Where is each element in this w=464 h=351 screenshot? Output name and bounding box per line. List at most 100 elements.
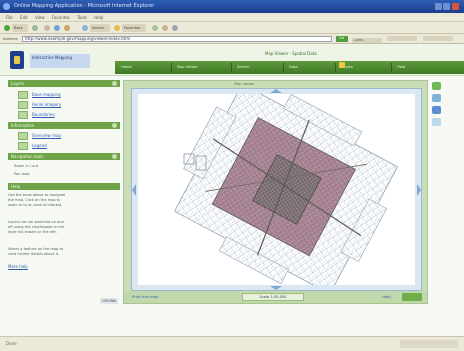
nav-divider [283, 63, 284, 72]
go-label: Go [339, 36, 344, 40]
status-text: Done [6, 341, 17, 346]
menu-view[interactable]: View [35, 15, 45, 20]
help-text-line: layer list shown on the left. [8, 230, 57, 234]
link-shortcut[interactable] [422, 36, 453, 41]
refresh-icon[interactable] [54, 25, 60, 31]
nav-divider [231, 63, 232, 72]
favorites-button[interactable]: Favorites [122, 24, 146, 32]
sidebar-item-overview[interactable]: Overview map [18, 131, 118, 141]
print-icon[interactable] [172, 25, 178, 31]
layer-thumbnail [18, 101, 28, 109]
crown-badge: CROWN [100, 298, 119, 304]
menu-file[interactable]: File [6, 15, 13, 20]
menu-tools[interactable]: Tools [77, 15, 87, 20]
help-text-line: zoom in to an area of interest. [8, 203, 63, 207]
chevron-down-icon[interactable] [112, 123, 117, 128]
nav-map-viewer[interactable]: Map Viewer [177, 64, 225, 71]
pan-south-icon[interactable] [270, 286, 282, 290]
info-thumbnail [18, 132, 28, 140]
maximize-icon[interactable] [443, 3, 450, 10]
nav-search[interactable]: Search [237, 64, 277, 71]
map-footer-button[interactable] [402, 293, 422, 301]
sidebar: Layers Base mapping Aerial imagery Bound… [8, 80, 120, 315]
logo[interactable] [10, 51, 24, 69]
browser-toolbar: Back Search Favorites [0, 22, 464, 34]
address-label: Address [3, 37, 18, 41]
info-icon[interactable] [432, 118, 441, 126]
layer-thumbnail [18, 91, 28, 99]
map-caption: Map viewer [234, 82, 255, 86]
pan-east-icon[interactable] [417, 184, 421, 196]
back-button[interactable]: Back [12, 24, 28, 32]
nav-divider [171, 63, 172, 72]
section-title: Navigation tools [11, 154, 44, 159]
zoom-out-icon[interactable] [432, 94, 441, 102]
section-title: Help [11, 184, 21, 189]
feature-badge[interactable] [339, 62, 345, 68]
search-icon[interactable] [82, 25, 88, 31]
go-button[interactable]: Go [336, 36, 348, 42]
map-footer: Print this map Scale 1:25,000 Help [124, 291, 427, 303]
section-title: Information [11, 123, 35, 128]
sidebar-item-label: Legend [32, 143, 47, 148]
info-thumbnail [18, 142, 28, 150]
address-input[interactable]: http://www.example.gov/mapping/viewer/in… [22, 36, 332, 42]
close-icon[interactable] [452, 3, 459, 10]
pan-north-icon[interactable] [270, 89, 282, 93]
search-button[interactable]: Search [90, 24, 110, 32]
sidebar-item-base-mapping[interactable]: Base mapping [18, 90, 118, 100]
help-text-line: view further details about it. [8, 252, 60, 256]
sidebar-item-label: Aerial imagery [32, 102, 62, 107]
history-icon[interactable] [152, 25, 158, 31]
print-map-link[interactable]: Print this map [132, 294, 159, 299]
back-icon[interactable] [4, 25, 10, 31]
sidebar-item-boundaries[interactable]: Boundaries [18, 110, 118, 120]
chevron-down-icon[interactable] [112, 81, 117, 86]
map-help-link[interactable]: Help [382, 294, 391, 299]
menu-bar: File Edit View Favorites Tools Help [0, 13, 464, 22]
home-icon[interactable] [64, 25, 70, 31]
stop-icon[interactable] [44, 25, 50, 31]
minimize-icon[interactable] [435, 3, 442, 10]
sidebar-item-label: Base mapping [32, 92, 61, 97]
status-bar: Done [0, 336, 464, 351]
menu-edit[interactable]: Edit [20, 15, 28, 20]
layer-thumbnail [18, 111, 28, 119]
forward-icon[interactable] [32, 25, 38, 31]
nav-layers[interactable]: Layers [341, 64, 385, 71]
main-nav: Home Map Viewer Search Data Layers Help [115, 61, 464, 74]
nav-divider [391, 63, 392, 72]
address-bar: Address http://www.example.gov/mapping/v… [0, 34, 464, 44]
pan-west-icon[interactable] [132, 184, 136, 196]
nav-divider [335, 63, 336, 72]
pan-icon[interactable] [432, 106, 441, 114]
favorites-icon[interactable] [114, 25, 120, 31]
more-help-link[interactable]: More help [8, 264, 28, 269]
map-frame [131, 88, 422, 291]
mail-icon[interactable] [162, 25, 168, 31]
site-header: Interactive Mapping Map Viewer · Spatial… [0, 44, 464, 76]
chevron-down-icon[interactable] [112, 154, 117, 159]
link-shortcut[interactable] [387, 36, 418, 41]
nav-data[interactable]: Data [289, 64, 329, 71]
links-bar: Links [352, 36, 460, 43]
sidebar-item-legend[interactable]: Legend [18, 141, 118, 151]
section-title: Layers [11, 81, 25, 86]
navigation-text: Pan map [14, 172, 30, 176]
section-heading-help[interactable]: Help [8, 183, 120, 190]
menu-favorites[interactable]: Favorites [52, 15, 70, 20]
zoom-in-icon[interactable] [432, 82, 441, 90]
nav-caption: Map Viewer · Spatial Data [265, 51, 317, 56]
sidebar-item-aerial[interactable]: Aerial imagery [18, 100, 118, 110]
sidebar-item-label: Boundaries [32, 112, 55, 117]
map-canvas[interactable] [138, 94, 415, 285]
menu-help[interactable]: Help [94, 15, 103, 20]
section-heading-navigation[interactable]: Navigation tools [8, 153, 120, 160]
nav-help[interactable]: Help [397, 64, 431, 71]
navigation-text: Zoom in / out [14, 164, 39, 168]
links-label[interactable]: Links [352, 38, 382, 43]
section-heading-layers[interactable]: Layers [8, 80, 120, 87]
section-heading-information[interactable]: Information [8, 122, 120, 129]
nav-home[interactable]: Home [121, 64, 165, 71]
window-title: Online Mapping Application - Microsoft I… [14, 3, 155, 9]
